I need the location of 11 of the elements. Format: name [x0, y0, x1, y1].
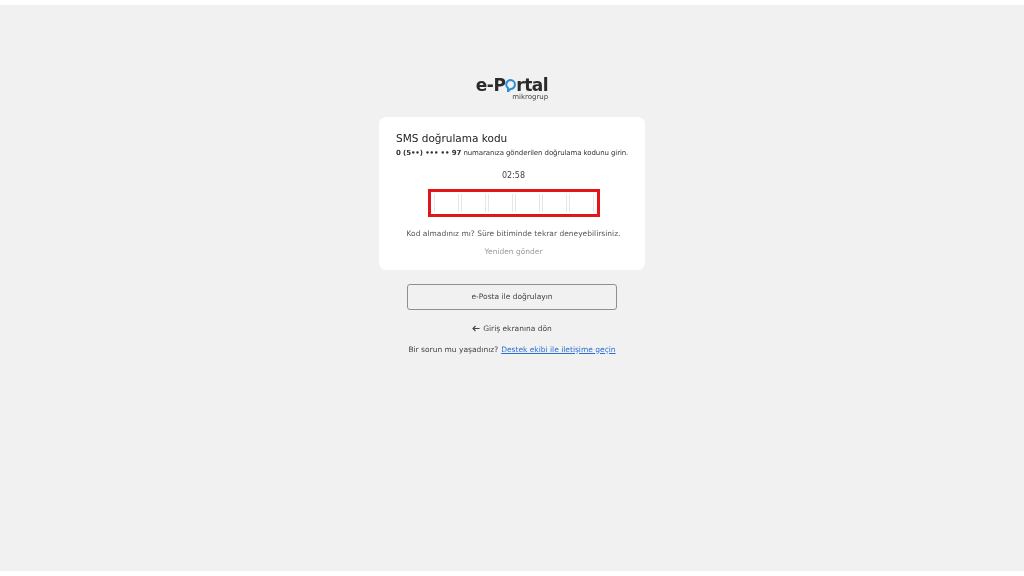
- code-digit-field[interactable]: [487, 193, 513, 212]
- code-digit-field[interactable]: [460, 193, 486, 212]
- pin-icon: [505, 78, 517, 92]
- logo: e-P rtal: [475, 75, 549, 95]
- code-digit-field[interactable]: [514, 193, 540, 212]
- arrow-left-icon: [472, 324, 481, 332]
- countdown-timer: 02:58: [500, 170, 527, 180]
- code-digit-field[interactable]: [541, 193, 567, 212]
- code-digit-field[interactable]: [433, 193, 459, 212]
- code-digit-field[interactable]: [568, 193, 594, 212]
- card-title: SMS doğrulama kodu: [396, 132, 509, 144]
